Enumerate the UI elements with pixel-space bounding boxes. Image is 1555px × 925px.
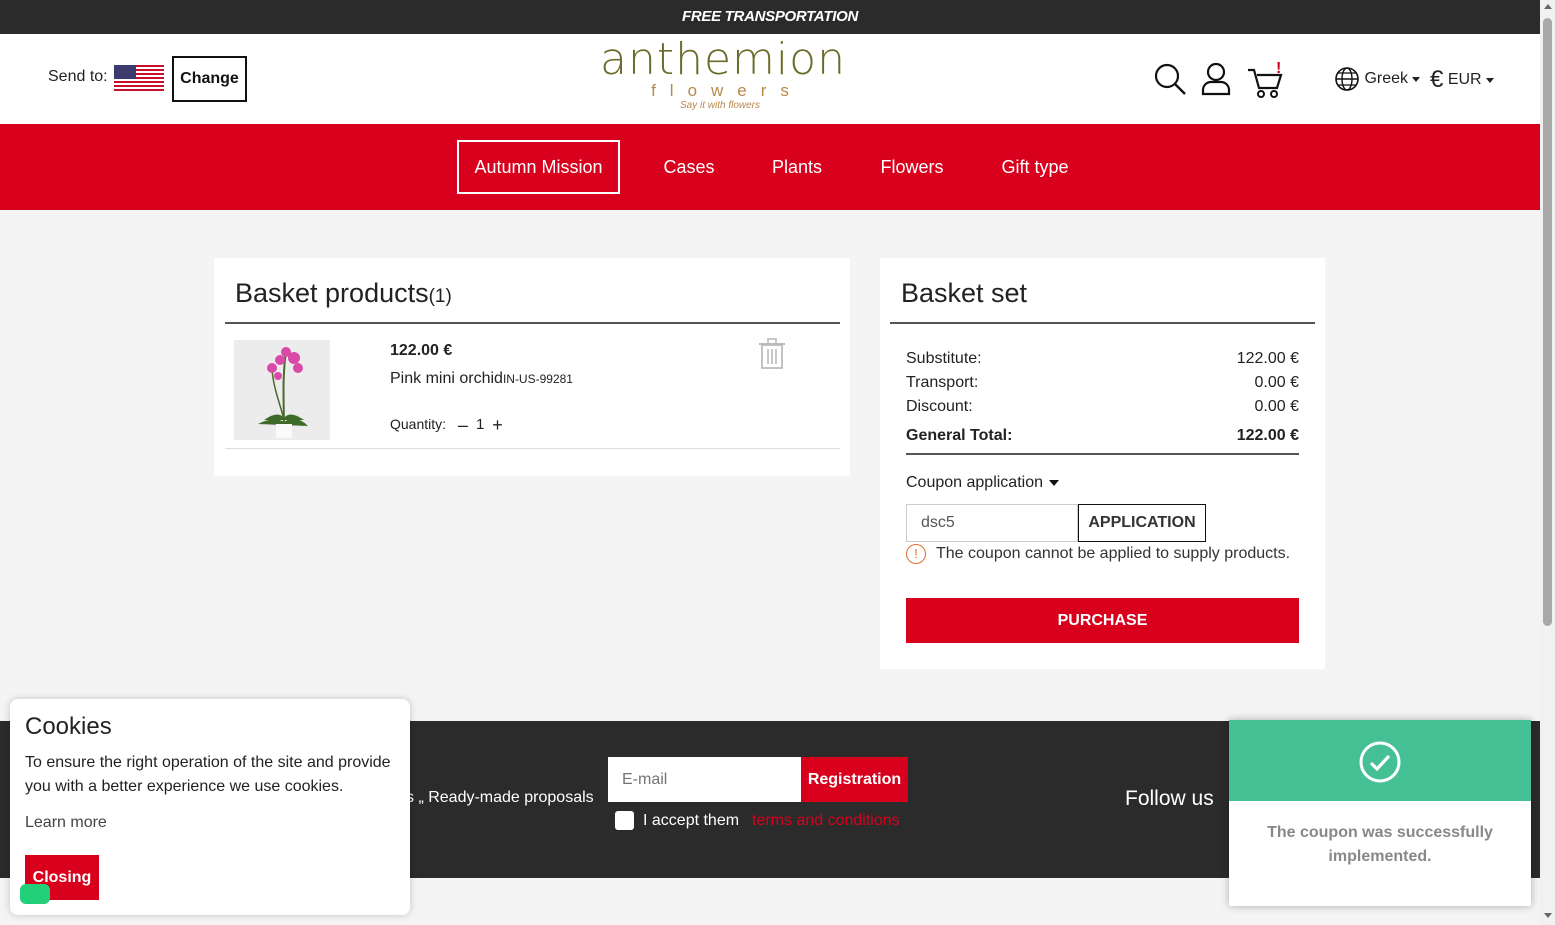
summary-row-subtotal: Substitute: 122.00 € [906,350,1299,368]
discount-label: Discount: [906,398,973,415]
currency-selector[interactable]: € EUR [1430,66,1494,94]
accept-terms-label: I accept them [643,812,740,829]
chevron-down-icon [1412,76,1421,82]
toast-header [1229,720,1531,801]
check-circle-icon [1359,741,1401,783]
terms-link[interactable]: terms and conditions [752,812,900,830]
send-to-label: Send to: [48,68,108,85]
language-selector[interactable]: Greek [1334,66,1421,92]
currency-label: EUR [1447,71,1482,89]
product-code: IN-US-99281 [502,372,573,386]
discount-value: 0.00 € [1254,398,1299,415]
warning-icon: ! [906,544,926,564]
scroll-up-arrow-icon[interactable] [1544,4,1552,9]
coupon-toggle[interactable]: Coupon application [906,474,1059,492]
chat-widget-icon[interactable] [20,884,50,904]
increase-quantity-button[interactable]: + [492,416,503,434]
user-icon[interactable] [1200,62,1232,96]
basket-products-card: Basket products(1) 122.00 € Pink mini or… [214,258,850,476]
summary-row-discount: Discount: 0.00 € [906,398,1299,416]
subtotal-label: Substitute: [906,350,982,367]
newsletter-email-input[interactable] [608,757,801,802]
subtotal-value: 122.00 € [1236,350,1299,367]
product-price: 122.00 € [390,342,453,359]
follow-us-label: Follow us [1125,787,1214,810]
main-nav: Autumn Mission Cases Plants Flowers Gift… [0,124,1540,210]
cart-icon[interactable]: ! [1246,60,1286,100]
coupon-error-text: The coupon cannot be applied to supply p… [936,545,1291,563]
us-flag-icon [114,65,164,91]
accept-terms-checkbox[interactable] [615,811,634,830]
quantity-stepper: Quantity: –1 + [390,416,511,434]
transport-label: Transport: [906,374,979,391]
quantity-label: Quantity: [390,416,447,432]
promo-bar: FREE TRANSPORTATION [0,0,1540,34]
success-toast: The coupon was successfully implemented. [1229,720,1531,906]
scroll-down-arrow-icon[interactable] [1544,913,1552,918]
cookie-text: To ensure the right operation of the sit… [25,754,391,795]
decrease-quantity-button[interactable]: – [458,416,468,434]
total-label: General Total: [906,427,1013,444]
site-logo[interactable]: anthemion flowers Say it with flowers [600,34,846,118]
svg-text:!: ! [1276,60,1281,77]
total-value: 122.00 € [1236,427,1299,444]
site-header: Send to: Change anthemion flowers Say it… [0,34,1540,124]
product-image[interactable] [234,340,330,440]
summary-row-transport: Transport: 0.00 € [906,374,1299,392]
toast-message: The coupon was successfully implemented. [1267,824,1493,865]
basket-title-text: Basket products [235,278,429,308]
cookie-banner: Cookies To ensure the right operation of… [10,699,410,915]
divider [225,448,840,449]
divider [225,322,840,324]
transport-value: 0.00 € [1254,374,1299,391]
divider [890,322,1315,324]
chevron-down-icon [1485,77,1494,83]
basket-summary-card: Basket set Substitute: 122.00 € Transport… [880,258,1325,669]
logo-tagline: Say it with flowers [679,100,761,111]
newsletter-register-button[interactable]: Registration [801,757,908,802]
coupon-error-message: ! The coupon cannot be applied to supply … [906,544,1290,564]
apply-coupon-button[interactable]: APPLICATION [1078,504,1206,542]
language-label: Greek [1364,70,1409,88]
change-country-button[interactable]: Change [172,56,247,102]
nav-item-gift-type[interactable]: Gift type [988,140,1082,194]
scrollbar-thumb[interactable] [1543,18,1552,626]
summary-row-total: General Total: 122.00 € [906,427,1299,445]
nav-item-flowers[interactable]: Flowers [866,140,958,194]
divider [906,453,1299,455]
purchase-button[interactable]: PURCHASE [906,598,1299,643]
search-icon[interactable] [1153,62,1187,96]
logo-main-text: anthemion [600,34,846,85]
learn-more-link[interactable]: Learn more [25,814,395,832]
trash-icon[interactable] [758,338,786,370]
promo-text: FREE TRANSPORTATION [682,8,858,25]
product-name-text: Pink mini orchid [390,370,503,387]
basket-count: (1) [428,286,452,307]
nav-item-cases[interactable]: Cases [648,140,730,194]
basket-set-title: Basket set [901,278,1028,308]
coupon-toggle-label: Coupon application [906,474,1043,491]
product-name[interactable]: Pink mini orchidIN-US-99281 [390,370,573,388]
basket-products-title: Basket products(1) [235,278,452,309]
coupon-input[interactable] [906,504,1078,542]
cookie-title: Cookies [25,713,112,740]
page-scrollbar[interactable] [1540,0,1555,925]
quantity-value: 1 [475,416,485,433]
euro-icon: € [1430,66,1444,93]
nav-item-plants[interactable]: Plants [756,140,838,194]
nav-item-autumn-mission[interactable]: Autumn Mission [457,140,620,194]
footer-links[interactable]: s „ Ready-made proposals [406,789,594,807]
caret-down-icon [1049,479,1059,486]
globe-icon [1335,67,1359,91]
orchid-image [234,340,330,440]
